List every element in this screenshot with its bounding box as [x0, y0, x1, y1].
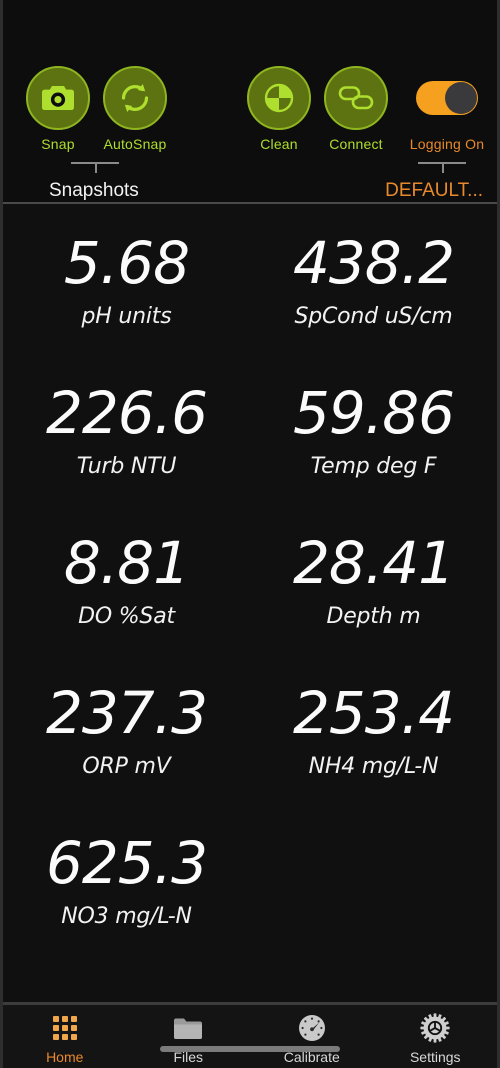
nav-item-files[interactable]: Files — [127, 1005, 251, 1068]
tool-button-row: Snap AutoSnap Clean Connect Logging On — [3, 66, 497, 166]
app-root: Snap AutoSnap Clean Connect Logging On S… — [0, 0, 500, 1068]
reading-cell[interactable]: 625.3 NO3 mg/L-N — [3, 826, 250, 976]
readings-grid: 5.68 pH units 438.2 SpCond uS/cm 226.6 T… — [3, 204, 497, 1002]
bottom-navigation: Home Files Calibrate Settings — [3, 1002, 497, 1068]
reading-value: 253.4 — [292, 679, 455, 747]
clean-button[interactable]: Clean — [240, 66, 318, 152]
reading-value: 5.68 — [63, 229, 190, 297]
connect-button-circle[interactable] — [324, 66, 388, 130]
camera-icon — [42, 86, 74, 110]
snap-label: Snap — [41, 136, 75, 152]
reading-cell-empty — [250, 826, 497, 976]
reading-unit: SpCond uS/cm — [294, 304, 453, 329]
reading-unit: NH4 mg/L-N — [308, 754, 439, 779]
autosnap-button-circle[interactable] — [103, 66, 167, 130]
reading-cell[interactable]: 253.4 NH4 mg/L-N — [250, 676, 497, 826]
logging-toggle[interactable]: Logging On — [402, 66, 492, 152]
snap-button-circle[interactable] — [26, 66, 90, 130]
connect-label: Connect — [329, 136, 383, 152]
clean-button-circle[interactable] — [247, 66, 311, 130]
reading-cell[interactable]: 28.41 Depth m — [250, 526, 497, 676]
toggle-knob — [445, 82, 477, 114]
autosnap-button[interactable]: AutoSnap — [96, 66, 174, 152]
grid-apps-icon — [52, 1013, 77, 1043]
reading-unit: DO %Sat — [78, 604, 175, 629]
reading-unit: ORP mV — [82, 754, 171, 779]
reading-unit: Depth m — [326, 604, 421, 629]
refresh-sync-icon — [121, 84, 149, 112]
nav-label-settings: Settings — [409, 1048, 461, 1065]
reading-value: 625.3 — [45, 829, 208, 897]
reading-value: 226.6 — [45, 379, 208, 447]
snapshots-group-label: Snapshots — [49, 180, 139, 201]
autosnap-label: AutoSnap — [103, 136, 167, 152]
folder-icon — [173, 1013, 203, 1043]
logging-toggle-track-wrap[interactable] — [415, 66, 479, 130]
reading-cell[interactable]: 226.6 Turb NTU — [3, 376, 250, 526]
site-group-label: DEFAULT... — [385, 180, 483, 201]
clean-label: Clean — [260, 136, 298, 152]
reading-unit: pH units — [81, 304, 172, 329]
reading-cell[interactable]: 438.2 SpCond uS/cm — [250, 226, 497, 376]
toolbar-divider — [3, 202, 497, 204]
reading-cell[interactable]: 59.86 Temp deg F — [250, 376, 497, 526]
nav-item-calibrate[interactable]: Calibrate — [250, 1005, 374, 1068]
gauge-icon — [298, 1013, 326, 1043]
toggle-switch-on[interactable] — [416, 81, 478, 115]
reading-cell[interactable]: 8.81 DO %Sat — [3, 526, 250, 676]
logging-label: Logging On — [409, 136, 485, 152]
reading-unit: Temp deg F — [310, 454, 437, 479]
snap-button[interactable]: Snap — [19, 66, 97, 152]
reading-cell[interactable]: 5.68 pH units — [3, 226, 250, 376]
link-chain-icon — [338, 86, 374, 110]
reading-value: 237.3 — [45, 679, 208, 747]
connect-button[interactable]: Connect — [317, 66, 395, 152]
wiper-quadrant-icon — [264, 83, 294, 113]
reading-unit: Turb NTU — [76, 454, 177, 479]
site-bracket — [418, 162, 466, 173]
snapshots-bracket — [71, 162, 119, 173]
reading-cell[interactable]: 237.3 ORP mV — [3, 676, 250, 826]
gear-icon — [420, 1012, 450, 1043]
reading-value: 28.41 — [292, 529, 455, 597]
nav-label-home: Home — [46, 1048, 84, 1065]
home-gesture-indicator[interactable] — [160, 1046, 340, 1052]
top-toolbar: Snap AutoSnap Clean Connect Logging On S… — [3, 0, 497, 204]
nav-item-home[interactable]: Home — [3, 1005, 127, 1068]
nav-item-settings[interactable]: Settings — [374, 1005, 498, 1068]
reading-value: 59.86 — [292, 379, 455, 447]
reading-value: 8.81 — [63, 529, 190, 597]
reading-unit: NO3 mg/L-N — [61, 904, 192, 929]
reading-value: 438.2 — [292, 229, 455, 297]
